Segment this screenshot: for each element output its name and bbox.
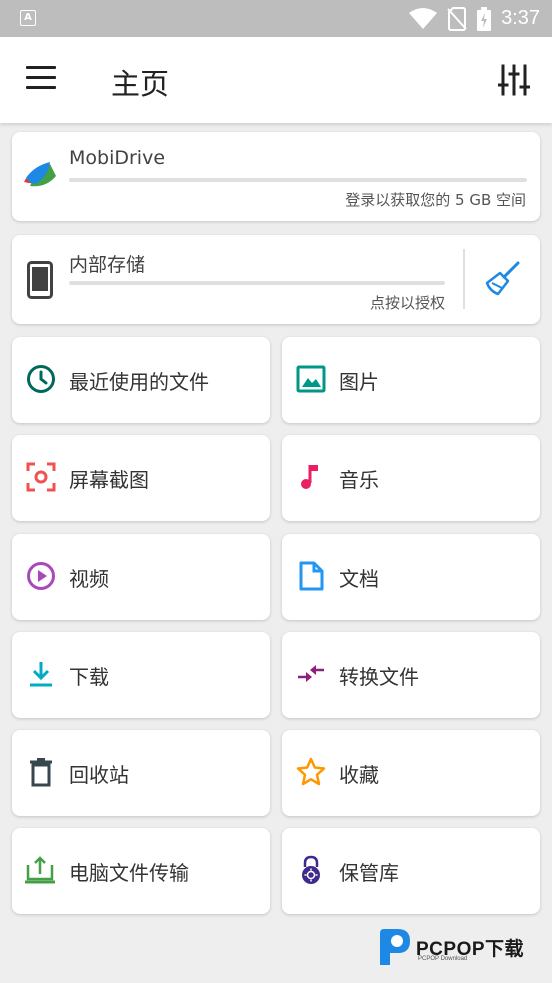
pc-transfer-icon [25,856,55,884]
page-title: 主页 [111,67,170,101]
tile-recent-files[interactable]: 最近使用的文件 [12,337,270,423]
mobidrive-title: MobiDrive [69,147,166,169]
tile-documents[interactable]: 文档 [282,534,540,620]
mobidrive-subtitle: 登录以获取您的 5 GB 空间 [345,191,526,209]
mobidrive-card[interactable]: MobiDrive 登录以获取您的 5 GB 空间 [12,132,540,221]
tile-music[interactable]: 音乐 [282,435,540,521]
hamburger-menu-icon[interactable] [26,66,60,94]
divider [463,249,465,309]
vault-lock-icon [302,855,320,884]
screenshot-icon [26,462,56,492]
convert-icon [298,665,324,682]
tile-label: 电脑文件传输 [69,861,189,885]
tile-recycle-bin[interactable]: 回收站 [12,730,270,816]
tile-label: 音乐 [339,468,379,492]
mobidrive-logo-icon [24,162,56,187]
document-icon [299,561,324,591]
tile-label: 转换文件 [339,665,419,689]
trash-icon [30,758,52,787]
tile-vault[interactable]: 保管库 [282,828,540,914]
internal-storage-subtitle: 点按以授权 [369,294,445,312]
watermark-subtext: PCPOP Download [418,956,468,962]
tile-convert-files[interactable]: 转换文件 [282,632,540,718]
tile-label: 保管库 [339,861,399,885]
internal-storage-progress-bar [69,281,445,285]
battery-charging-icon [477,6,492,31]
tile-label: 下载 [69,665,109,689]
broom-icon[interactable] [484,261,520,297]
tile-videos[interactable]: 视频 [12,534,270,620]
tile-label: 收藏 [339,763,379,787]
tile-label: 图片 [339,370,379,394]
tile-label: 回收站 [69,763,129,787]
tile-pc-file-transfer[interactable]: 电脑文件传输 [12,828,270,914]
tile-label: 屏幕截图 [69,468,149,492]
download-icon [30,662,52,687]
pcpop-watermark: PCPOP下载 PCPOP Download [376,925,546,969]
tile-downloads[interactable]: 下载 [12,632,270,718]
app-bar: 主页 [0,37,552,123]
tile-favorites[interactable]: 收藏 [282,730,540,816]
tile-label: 最近使用的文件 [69,370,209,394]
mobidrive-progress-bar [69,178,527,182]
tile-label: 视频 [69,567,109,591]
play-circle-icon [27,562,55,590]
status-bar: A 3:37 [0,0,552,37]
image-icon [296,365,326,393]
no-sim-icon [447,6,467,31]
internal-storage-card[interactable]: 内部存储 点按以授权 [12,235,540,324]
tile-screenshots[interactable]: 屏幕截图 [12,435,270,521]
notification-icon: A [20,10,36,26]
pcpop-logo-icon [380,929,410,965]
music-note-icon [301,465,318,489]
tile-label: 文档 [339,567,379,591]
phone-icon [27,261,53,299]
star-icon [296,757,326,786]
clock-time: 3:37 [501,7,540,29]
tile-pictures[interactable]: 图片 [282,337,540,423]
wifi-icon [409,7,438,29]
sliders-icon[interactable] [497,63,531,97]
clock-icon [27,365,55,393]
internal-storage-title: 内部存储 [69,254,146,276]
